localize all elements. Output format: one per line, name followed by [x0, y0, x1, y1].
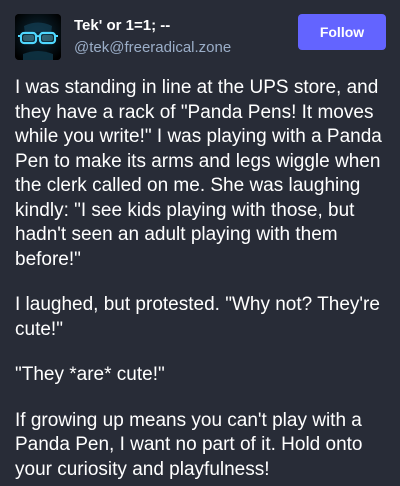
glowing-glasses-icon	[15, 14, 61, 60]
post-paragraph: I laughed, but protested. "Why not? They…	[15, 294, 380, 340]
status-card: Tek' or 1=1; -- @tek@freeradical.zone Fo…	[0, 0, 400, 486]
display-name[interactable]: Tek' or 1=1; --	[74, 16, 231, 36]
account-handle[interactable]: @tek@freeradical.zone	[74, 38, 231, 58]
follow-button[interactable]: Follow	[298, 14, 386, 50]
post-paragraph: I was standing in line at the UPS store,…	[15, 77, 382, 270]
avatar[interactable]	[15, 14, 61, 60]
post-paragraph: "They *are* cute!"	[15, 364, 165, 385]
post-paragraph: If growing up means you can't play with …	[15, 409, 363, 480]
status-header: Tek' or 1=1; -- @tek@freeradical.zone Fo…	[15, 14, 386, 76]
status-content: I was standing in line at the UPS store,…	[15, 76, 386, 482]
account-names: Tek' or 1=1; -- @tek@freeradical.zone	[74, 16, 231, 58]
